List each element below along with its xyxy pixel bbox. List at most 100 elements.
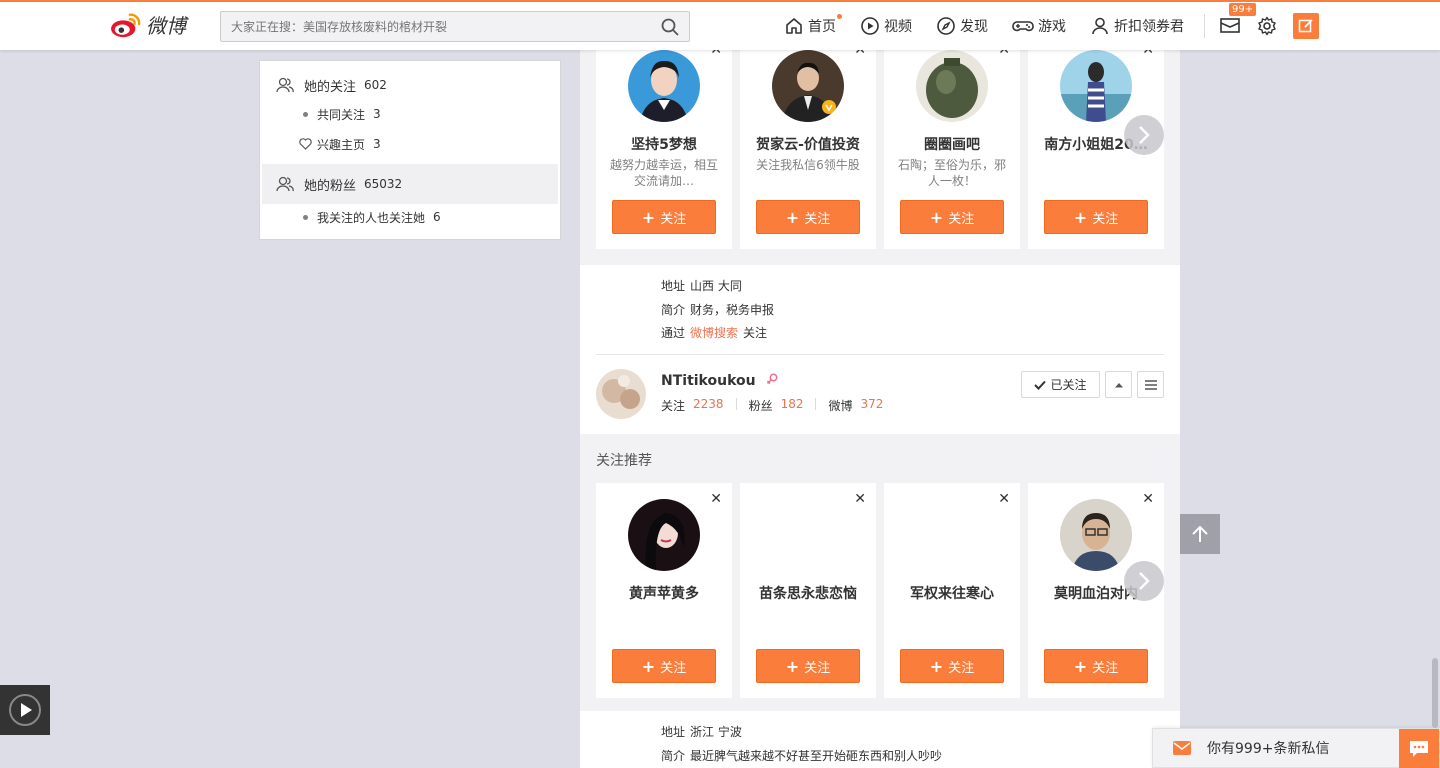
her-fans-link[interactable]: 她的粉丝 65032 (262, 164, 558, 204)
plus-icon: + (785, 207, 800, 227)
user-avatar[interactable] (596, 369, 646, 419)
next-arrow-button[interactable] (1124, 115, 1164, 155)
users-icon (276, 176, 294, 192)
common-fans-link[interactable]: 我关注的人也关注她 6 (260, 208, 560, 226)
source-key: 通过 (661, 326, 686, 340)
bullet (303, 111, 308, 117)
nav-home[interactable]: 首页 (784, 14, 842, 36)
user-info-block: 地址 浙江 宁波 简介 最近脾气越来越不好甚至开始砸东西和别人吵吵 (580, 711, 1180, 768)
interest-page-label: 兴趣主页 (317, 137, 366, 152)
recommend-card: ✕ 贺家云-价值投资 关注我私信6领牛股 + 关注 (740, 34, 876, 249)
follow-label: 关注 (660, 211, 687, 227)
intro-line: 简介 最近脾气越来越不好甚至开始砸东西和别人吵吵 (661, 747, 942, 764)
close-icon[interactable]: ✕ (710, 491, 722, 507)
close-icon[interactable]: ✕ (854, 491, 866, 507)
chevron-right-icon (1139, 572, 1150, 590)
mutual-follow-link[interactable]: 共同关注 3 (260, 105, 560, 123)
back-to-top-button[interactable] (1180, 514, 1220, 554)
interest-page-link[interactable]: 兴趣主页 3 (260, 135, 560, 153)
chevron-right-icon (1139, 126, 1150, 144)
mail-icon (1173, 741, 1191, 755)
mail-icon (1220, 17, 1240, 33)
card-name[interactable]: 黄声苹黄多 (596, 583, 732, 603)
messages-button[interactable]: 99+ (1219, 2, 1257, 38)
video-icon (861, 17, 879, 35)
card-name[interactable]: 军权来往寒心 (884, 583, 1020, 603)
bullet (303, 214, 308, 220)
search-input[interactable] (221, 12, 641, 41)
following-count[interactable]: 2238 (693, 397, 724, 414)
user-name[interactable]: NTitikoukou (661, 373, 778, 389)
page-scrollbar[interactable] (1432, 658, 1438, 728)
following-key: 关注 (661, 399, 686, 413)
avatar[interactable] (1060, 499, 1132, 571)
card-name[interactable]: 贺家云-价值投资 (740, 134, 876, 154)
compose-button[interactable] (1293, 13, 1319, 39)
avatar[interactable] (1060, 50, 1132, 122)
avatar[interactable] (916, 50, 988, 122)
plus-icon: + (1073, 656, 1088, 676)
plus-icon: + (929, 207, 944, 227)
recommend-card: ✕ 圈圈画吧 石陶；至俗为乐，邪人一枚！ + 关注 (884, 34, 1020, 249)
follow-label: 关注 (804, 660, 831, 676)
nav-video[interactable]: 视频 (860, 16, 912, 36)
collapse-button[interactable] (1105, 371, 1132, 398)
followed-button[interactable]: 已关注 (1021, 371, 1100, 398)
follow-button[interactable]: + 关注 (900, 649, 1004, 683)
follow-button[interactable]: + 关注 (1044, 649, 1148, 683)
main-nav: 首页 视频 发现 游戏 折扣领券君 99+ (784, 2, 1319, 50)
follow-label: 关注 (804, 211, 831, 227)
source-line: 通过 微博搜索 关注 (661, 324, 767, 341)
search-icon[interactable] (661, 18, 679, 36)
card-name[interactable]: 坚持5梦想 (596, 134, 732, 154)
close-icon[interactable]: ✕ (998, 491, 1010, 507)
home-icon (786, 18, 802, 34)
address-key: 地址 (661, 725, 686, 739)
her-following-link[interactable]: 她的关注 602 (260, 75, 560, 95)
recommend-card: ✕ 军权来往寒心 + 关注 (884, 483, 1020, 698)
follow-label: 关注 (660, 660, 687, 676)
gear-icon[interactable] (1257, 16, 1277, 36)
user-icon (1092, 17, 1108, 35)
follow-button[interactable]: + 关注 (612, 200, 716, 234)
follow-button[interactable]: + 关注 (612, 649, 716, 683)
her-following-label: 她的关注 (304, 79, 357, 95)
weibo-count[interactable]: 372 (861, 397, 884, 414)
more-menu-button[interactable] (1137, 371, 1164, 398)
close-icon[interactable]: ✕ (1142, 491, 1154, 507)
nav-game[interactable]: 游戏 (1012, 16, 1066, 36)
avatar[interactable] (628, 499, 700, 571)
avatar[interactable] (628, 50, 700, 122)
users-icon (276, 77, 294, 93)
weibo-search-link[interactable]: 微博搜索 (690, 326, 738, 340)
new-messages-bar[interactable]: 你有999+条新私信 (1152, 728, 1440, 768)
mutual-follow-label: 共同关注 (317, 107, 366, 122)
follow-label: 关注 (1092, 660, 1119, 676)
card-name[interactable]: 苗条思永悲恋恼 (740, 583, 876, 603)
heart-icon (299, 138, 312, 150)
new-dot (837, 14, 842, 19)
card-desc: 越努力越幸运，相互交流请加… (609, 158, 718, 188)
fans-count[interactable]: 182 (781, 397, 804, 414)
follow-button[interactable]: + 关注 (900, 200, 1004, 234)
address-line: 地址 浙江 宁波 (661, 723, 742, 740)
her-following-count: 602 (364, 78, 387, 92)
female-icon (767, 373, 778, 385)
card-name[interactable]: 圈圈画吧 (884, 134, 1020, 154)
plus-icon: + (641, 656, 656, 676)
nav-discover[interactable]: 发现 (936, 16, 988, 36)
video-player-button[interactable] (0, 685, 50, 735)
chat-button[interactable] (1399, 729, 1439, 768)
weibo-logo[interactable]: 微博 (108, 10, 186, 39)
menu-icon (1144, 379, 1157, 390)
follow-button[interactable]: + 关注 (756, 649, 860, 683)
avatar[interactable] (772, 50, 844, 122)
edit-icon (1298, 19, 1313, 33)
user-row: NTitikoukou 关注 2238 粉丝 182 微博 372 已关注 (596, 354, 1164, 434)
plus-icon: + (641, 207, 656, 227)
follow-button[interactable]: + 关注 (756, 200, 860, 234)
next-arrow-button[interactable] (1124, 561, 1164, 601)
gamepad-icon (1012, 21, 1034, 32)
nav-profile[interactable]: 折扣领券君 (1090, 16, 1184, 36)
follow-button[interactable]: + 关注 (1044, 200, 1148, 234)
